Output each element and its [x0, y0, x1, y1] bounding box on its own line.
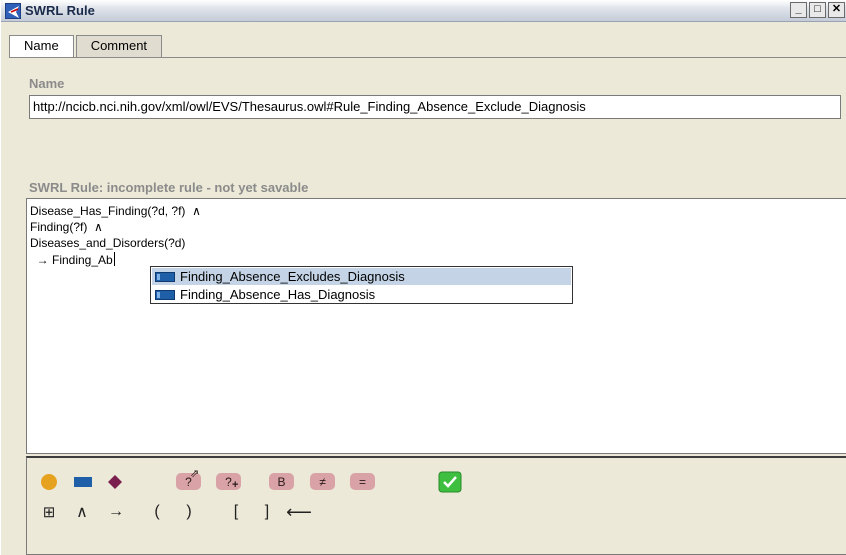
- validate-button[interactable]: [438, 471, 462, 493]
- autocomplete-popup: Finding_Absence_Excludes_Diagnosis Findi…: [150, 266, 573, 304]
- orange-circle-icon: [41, 474, 57, 490]
- rule-status-label: SWRL Rule: incomplete rule - not yet sav…: [29, 180, 309, 195]
- minimize-button[interactable]: _: [790, 2, 807, 18]
- insert-property-button[interactable]: [73, 475, 93, 489]
- tab-name[interactable]: Name: [9, 35, 74, 58]
- insert-class-button[interactable]: [40, 473, 58, 491]
- rule-line-current: → Finding_Ab: [30, 252, 115, 267]
- tab-bar: Name Comment: [9, 35, 164, 58]
- object-property-icon: [155, 290, 175, 300]
- rule-line: Disease_Has_Finding(?d, ?f) ∧: [30, 204, 201, 218]
- rule-line: Diseases_and_Disorders(?d): [30, 236, 186, 250]
- close-paren-button[interactable]: ): [182, 502, 196, 522]
- close-button[interactable]: ✕: [828, 2, 845, 18]
- rule-editor[interactable]: Disease_Has_Finding(?d, ?f) ∧ Finding(?f…: [26, 198, 846, 454]
- cursor-icon: ⇗: [190, 468, 200, 480]
- rule-line: Finding(?f) ∧: [30, 220, 103, 234]
- tab-comment[interactable]: Comment: [75, 35, 163, 57]
- object-property-icon: [155, 272, 175, 282]
- not-equal-button[interactable]: ≠: [310, 473, 335, 490]
- green-check-icon: [438, 471, 462, 493]
- open-bracket-button[interactable]: [: [229, 502, 243, 522]
- rule-toolbar: ? ⇗ ? + B ≠ = ⊞ ∧ → ( ) [ ] ⟵: [26, 456, 846, 555]
- equal-button[interactable]: =: [350, 473, 375, 490]
- window-title: SWRL Rule: [25, 3, 95, 18]
- implies-button[interactable]: →: [107, 502, 125, 522]
- new-variable-button[interactable]: ? +: [216, 473, 241, 491]
- title-bar[interactable]: SWRL Rule _ □ ✕: [1, 0, 846, 22]
- name-label: Name: [29, 76, 65, 91]
- new-variable-label: ?: [225, 474, 232, 489]
- insert-variable-button[interactable]: ? ⇗: [176, 468, 201, 490]
- blue-rectangle-icon: [74, 477, 92, 487]
- open-paren-button[interactable]: (: [150, 502, 164, 522]
- backspace-button[interactable]: ⟵: [286, 502, 312, 522]
- autocomplete-item-label: Finding_Absence_Has_Diagnosis: [180, 287, 376, 302]
- autocomplete-item[interactable]: Finding_Absence_Has_Diagnosis: [152, 286, 571, 303]
- rule-line-text: → Finding_Ab: [30, 253, 113, 267]
- grid-button[interactable]: ⊞: [40, 502, 58, 522]
- purple-diamond-icon: [108, 475, 122, 489]
- autocomplete-item-label: Finding_Absence_Excludes_Diagnosis: [180, 269, 405, 284]
- swrl-rule-window: SWRL Rule _ □ ✕ Name Comment Name http:/…: [0, 0, 846, 555]
- text-caret: [113, 252, 115, 266]
- maximize-button[interactable]: □: [809, 2, 826, 18]
- close-bracket-button[interactable]: ]: [260, 502, 274, 522]
- and-button[interactable]: ∧: [73, 502, 91, 522]
- builtin-button[interactable]: B: [269, 473, 294, 490]
- autocomplete-item[interactable]: Finding_Absence_Excludes_Diagnosis: [152, 268, 571, 285]
- name-field[interactable]: http://ncicb.nci.nih.gov/xml/owl/EVS/The…: [29, 95, 841, 119]
- app-icon: [5, 3, 21, 19]
- plus-icon: +: [232, 479, 239, 491]
- insert-individual-button[interactable]: [106, 473, 124, 491]
